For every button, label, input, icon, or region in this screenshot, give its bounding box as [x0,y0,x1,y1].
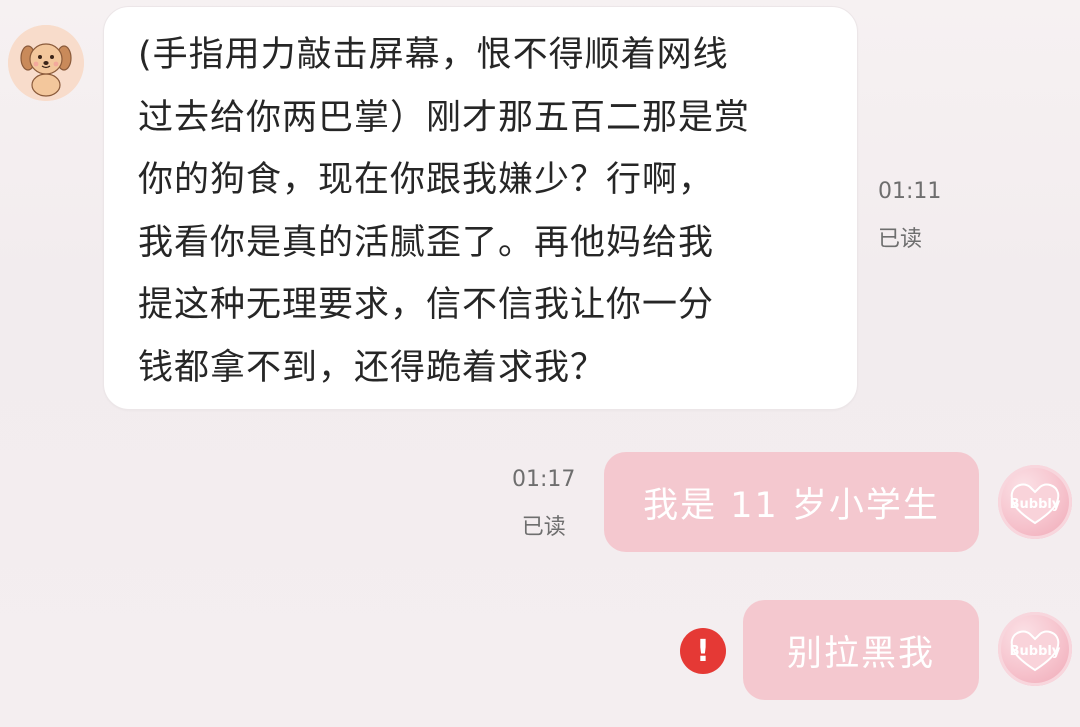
message-line: 钱都拿不到，还得跪着求我？ [138,347,607,388]
bubbly-heart-avatar-icon: Bubbly [1010,483,1061,525]
incoming-message-meta: 01:11 已读 [878,168,941,264]
message-line: (手指用力敲击屏幕，恨不得顺着网线 [138,35,729,75]
bubbly-heart-avatar-icon: Bubbly [1010,630,1061,672]
alert-glyph: ! [696,633,710,669]
outgoing-message-text: 别拉黑我 [786,633,935,674]
message-timestamp: 01:17 [512,467,576,492]
outgoing-message-bubble[interactable]: 我是 11 岁小学生 [604,452,979,552]
contact-avatar-puppy-icon[interactable] [8,25,84,101]
message-line: 过去给你两巴掌）刚才那五百二那是赏 [138,97,751,138]
puppy-avatar-icon [8,25,84,101]
chat-area[interactable]: (手指用力敲击屏幕，恨不得顺着网线 过去给你两巴掌）刚才那五百二那是赏 你的狗食… [0,0,1080,727]
message-line: 提这种无理要求，信不信我让你一分 [138,285,715,325]
send-failed-alert-icon[interactable]: ! [680,628,726,674]
avatar-label: Bubbly [1010,497,1061,512]
outgoing-message-meta: 01:17 已读 [512,456,575,552]
avatar-label: Bubbly [1010,644,1061,659]
message-timestamp: 01:11 [878,179,942,204]
message-line: 我看你是真的活腻歪了。再他妈给我 [138,222,715,263]
incoming-message-text: (手指用力敲击屏幕，恨不得顺着网线 过去给你两巴掌）刚才那五百二那是赏 你的狗食… [138,24,838,399]
read-status: 已读 [521,515,566,540]
outgoing-message-text: 我是 11 岁小学生 [643,485,940,526]
outgoing-message-bubble[interactable]: 别拉黑我 [743,600,979,700]
message-line: 你的狗食，现在你跟我嫌少？行啊， [138,160,715,200]
own-avatar[interactable]: Bubbly [998,612,1072,686]
own-avatar[interactable]: Bubbly [998,465,1072,539]
read-status: 已读 [878,227,923,252]
